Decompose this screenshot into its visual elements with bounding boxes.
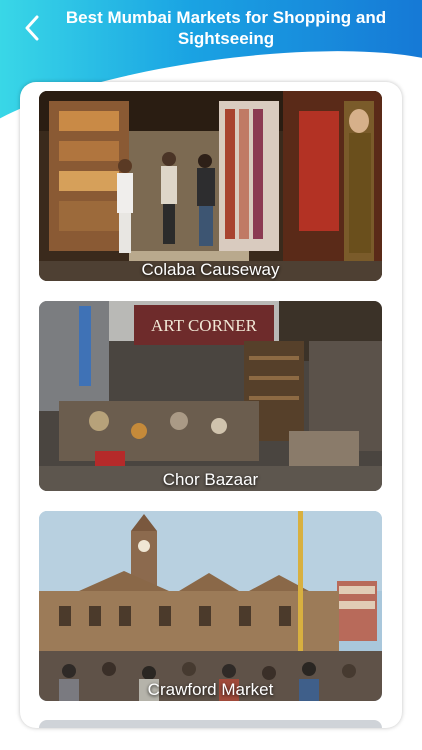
market-item-colaba-causeway[interactable]: Colaba Causeway [39,91,382,281]
back-button[interactable] [16,10,48,46]
next-market-peek[interactable] [39,720,382,728]
app-header: Best Mumbai Markets for Shopping and Sig… [0,0,422,64]
chor-bazaar-photo: ART CORNER [39,301,382,491]
art-corner-sign: ART CORNER [151,316,258,335]
crawford-market-photo [39,511,382,701]
markets-card: Colaba Causeway ART CORNER Chor Bazaar C… [20,82,402,728]
market-name: Colaba Causeway [141,260,280,279]
market-name: Chor Bazaar [162,470,259,489]
market-name: Crawford Market [147,680,274,699]
market-item-chor-bazaar[interactable]: ART CORNER Chor Bazaar [39,301,382,491]
colaba-causeway-photo [39,91,382,281]
market-item-crawford-market[interactable]: Crawford Market [39,511,382,701]
page-title: Best Mumbai Markets for Shopping and Sig… [65,8,387,48]
chevron-left-icon [25,15,39,41]
